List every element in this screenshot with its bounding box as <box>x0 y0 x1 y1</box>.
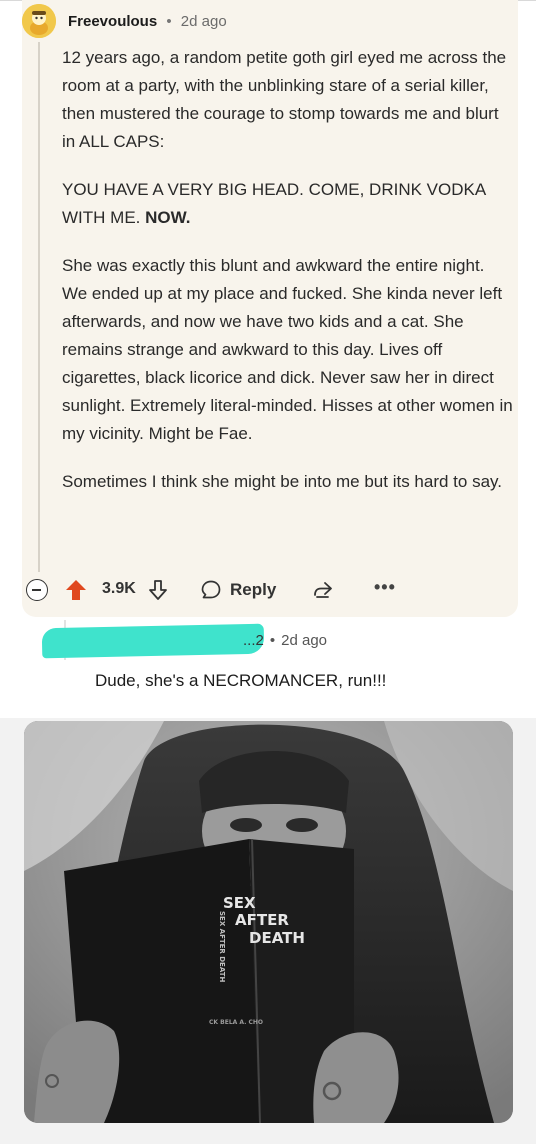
comment-username[interactable]: Freevoulous <box>68 13 157 30</box>
book-author-text: CK BELA A. CHO <box>209 1019 263 1026</box>
comment-actions: 3.9K Reply ••• <box>26 573 506 607</box>
share-icon[interactable] <box>310 578 336 602</box>
vote-score: 3.9K <box>102 580 136 597</box>
downvote-icon[interactable] <box>146 578 170 602</box>
reply-button[interactable]: Reply <box>200 577 276 603</box>
reply-meta-separator: • <box>269 632 276 649</box>
reply-meta: ...2 • 2d ago <box>243 632 327 649</box>
upvote-icon[interactable] <box>64 578 88 602</box>
redacted-username-scribble <box>41 623 265 659</box>
comment-body: 12 years ago, a random petite goth girl … <box>62 44 514 516</box>
book-spine-text: SEX AFTER DEATH <box>218 911 226 982</box>
user-avatar[interactable] <box>22 4 56 38</box>
caps-line: YOU HAVE A VERY BIG HEAD. COME, DRINK VO… <box>62 180 486 227</box>
book-title-line-2: AFTER <box>235 911 289 929</box>
reply-username-fragment[interactable]: ...2 <box>243 632 264 649</box>
more-icon[interactable]: ••• <box>374 577 396 598</box>
comment-paragraph: Sometimes I think she might be into me b… <box>62 472 502 491</box>
comment-paragraph: 12 years ago, a random petite goth girl … <box>62 48 507 151</box>
comment-caps-paragraph: YOU HAVE A VERY BIG HEAD. COME, DRINK VO… <box>62 176 514 232</box>
book-title-line-1: SEX <box>223 894 256 912</box>
goth-woman-reading-photo: SEX AFTER DEATH SEX AFTER DEATH CK BELA … <box>24 721 513 1123</box>
comment-age: 2d ago <box>180 13 227 30</box>
meta-separator: • <box>166 13 172 30</box>
reply-image[interactable]: SEX AFTER DEATH SEX AFTER DEATH CK BELA … <box>24 721 513 1123</box>
avatar-snoo-icon <box>22 4 56 38</box>
reply-text: Dude, she's a NECROMANCER, run!!! <box>95 671 387 690</box>
book-title-line-3: DEATH <box>249 929 305 947</box>
reply-age: 2d ago <box>281 632 328 649</box>
collapse-icon[interactable] <box>26 579 48 601</box>
comment-icon <box>201 580 221 599</box>
caps-bold: NOW. <box>145 208 191 227</box>
reply-label: Reply <box>230 580 277 599</box>
thread-line <box>38 42 40 572</box>
comment-meta: Freevoulous • 2d ago <box>68 12 227 32</box>
comment-paragraph: She was exactly this blunt and awkward t… <box>62 256 513 443</box>
